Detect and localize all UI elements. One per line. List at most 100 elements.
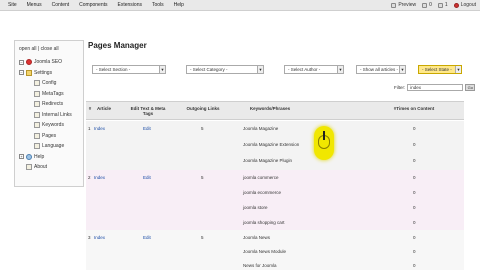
tree-item-pages[interactable]: Pages: [19, 131, 81, 142]
tree-label: Redirects: [42, 101, 64, 108]
collapse-icon[interactable]: −: [19, 70, 24, 76]
times-count: 0: [413, 190, 416, 195]
messages-count[interactable]: 0: [422, 2, 432, 8]
tree-label: Pages: [42, 132, 57, 139]
menu-tools[interactable]: Tools: [152, 2, 164, 8]
row-number: 2: [88, 175, 91, 180]
keyword: Joomla News Module: [243, 249, 287, 254]
user-icon: [437, 2, 443, 8]
author-select-value: - Select Author -: [288, 67, 321, 72]
tree-item-metatags[interactable]: MetaTags: [19, 89, 81, 100]
article-link[interactable]: Index: [94, 175, 105, 180]
tree-label: Internal Links: [42, 111, 72, 118]
tree-label: MetaTags: [42, 90, 64, 97]
tree-label: Joomla SEO: [34, 59, 63, 66]
row-number: 3: [88, 235, 91, 240]
pages-table: # Article Edit Text & Meta Tags Outgoing…: [86, 101, 464, 270]
tree-label: Keywords: [42, 122, 64, 129]
outgoing-links: 5: [201, 175, 204, 180]
menu-site[interactable]: Site: [8, 2, 17, 8]
col-links: Outgoing Links: [186, 106, 220, 111]
category-select[interactable]: - Select Category - ▼: [186, 65, 264, 74]
category-select-value: - Select Category -: [190, 67, 228, 72]
tree-item-settings[interactable]: − Settings: [19, 68, 81, 79]
filter-go-button[interactable]: Go: [465, 84, 476, 91]
tree-item-language[interactable]: Language: [19, 141, 81, 152]
times-count: 0: [413, 249, 416, 254]
keyword: Joomla News: [243, 235, 271, 240]
outgoing-links: 5: [201, 235, 204, 240]
preview-icon: [391, 2, 397, 8]
menu-components[interactable]: Components: [79, 2, 107, 8]
tree-open-close-toggle[interactable]: open all | close all: [19, 46, 59, 52]
edit-link[interactable]: Edit: [143, 175, 151, 180]
status-area: Preview 0 1 Logout: [391, 2, 476, 8]
text-filter: Filter: index Go: [394, 84, 476, 91]
outgoing-links: 5: [201, 126, 204, 131]
menu-menus[interactable]: Menus: [27, 2, 42, 8]
chevron-down-icon: ▼: [159, 66, 165, 73]
author-select[interactable]: - Select Author - ▼: [284, 65, 344, 74]
tree-label: Help: [34, 153, 45, 160]
page-icon: [34, 90, 40, 97]
times-count: 0: [413, 220, 416, 225]
tree-item-keywords[interactable]: Keywords: [19, 120, 81, 131]
keyword: joomla commerce: [243, 175, 279, 180]
section-select[interactable]: - Select Section - ▼: [92, 65, 166, 74]
collapse-icon[interactable]: −: [19, 59, 24, 65]
admin-menubar: Site Menus Content Components Extensions…: [0, 0, 480, 11]
keyword-row: 1 Index Edit 5 Joomla Magazine 0: [86, 121, 464, 137]
page-icon: [34, 80, 40, 87]
users-value: 1: [444, 2, 448, 8]
times-count: 0: [413, 158, 416, 163]
table-header: # Article Edit Text & Meta Tags Outgoing…: [86, 101, 464, 120]
page-icon: [34, 101, 40, 108]
keyword: joomla ecommerce: [243, 190, 282, 195]
table-row: 3 Index Edit 5 Joomla News 0 Joomla News…: [86, 230, 464, 270]
col-times: #Times on Content: [393, 106, 435, 111]
keyword: joomla shopping cart: [243, 220, 285, 225]
main-menu: Site Menus Content Components Extensions…: [8, 2, 184, 8]
menu-extensions[interactable]: Extensions: [118, 2, 142, 8]
preview-link[interactable]: Preview: [391, 2, 416, 8]
chevron-down-icon: ▼: [399, 66, 405, 73]
tree-label: Language: [42, 143, 65, 150]
help-icon: [26, 153, 32, 160]
article-link[interactable]: Index: [94, 126, 105, 131]
times-count: 0: [413, 263, 416, 268]
tree-label: Config: [42, 80, 57, 87]
page-icon: [26, 164, 32, 171]
edit-link[interactable]: Edit: [143, 235, 151, 240]
keyword-row: Joomla Magazine Extension 0: [86, 137, 464, 153]
page-title: Pages Manager: [88, 41, 147, 50]
state-select[interactable]: - Select State - ▼: [418, 65, 462, 74]
col-keywords: Keywords/Phrases: [249, 106, 291, 111]
menu-help[interactable]: Help: [174, 2, 184, 8]
menu-content[interactable]: Content: [52, 2, 70, 8]
col-article[interactable]: Article: [92, 106, 116, 111]
tree-item-redirects[interactable]: Redirects: [19, 99, 81, 110]
page-icon: [34, 122, 40, 129]
article-link[interactable]: Index: [94, 235, 105, 240]
keyword: joomla store: [243, 205, 268, 210]
tree-item-about[interactable]: About: [19, 162, 81, 173]
tree-item-config[interactable]: Config: [19, 78, 81, 89]
users-count[interactable]: 1: [437, 2, 448, 8]
col-edit: Edit Text & Meta Tags: [130, 106, 166, 116]
times-count: 0: [413, 126, 416, 131]
articles-select[interactable]: - Show all articles - ▼: [356, 65, 406, 74]
keyword-row: joomla shopping cart 0: [86, 215, 464, 231]
keyword-row: News for Joomla 0: [86, 258, 464, 270]
tree-item-help[interactable]: + Help: [19, 152, 81, 163]
keyword-row: joomla ecommerce 0: [86, 185, 464, 201]
expand-icon[interactable]: +: [19, 154, 24, 160]
times-count: 0: [413, 175, 416, 180]
tree-item-internal-links[interactable]: Internal Links: [19, 110, 81, 121]
edit-link[interactable]: Edit: [143, 126, 151, 131]
filter-bar: - Select Section - ▼ - Select Category -…: [88, 65, 468, 75]
tree-item-joomla-seo[interactable]: − Joomla SEO: [19, 57, 81, 68]
keyword: News for Joomla: [243, 263, 277, 268]
articles-select-value: - Show all articles -: [360, 67, 399, 72]
logout-link[interactable]: Logout: [453, 2, 476, 8]
filter-input[interactable]: index: [407, 84, 464, 91]
